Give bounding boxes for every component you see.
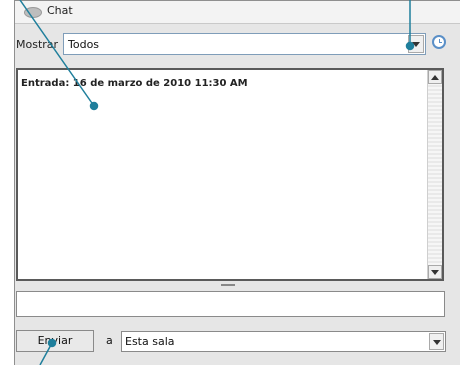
- callout-dot-dropdown: [405, 41, 415, 51]
- callout-dot-send: [47, 338, 57, 348]
- callout-lines: [19, 0, 415, 365]
- callout-dot-log: [89, 101, 99, 111]
- callout-line-log: [19, 0, 95, 107]
